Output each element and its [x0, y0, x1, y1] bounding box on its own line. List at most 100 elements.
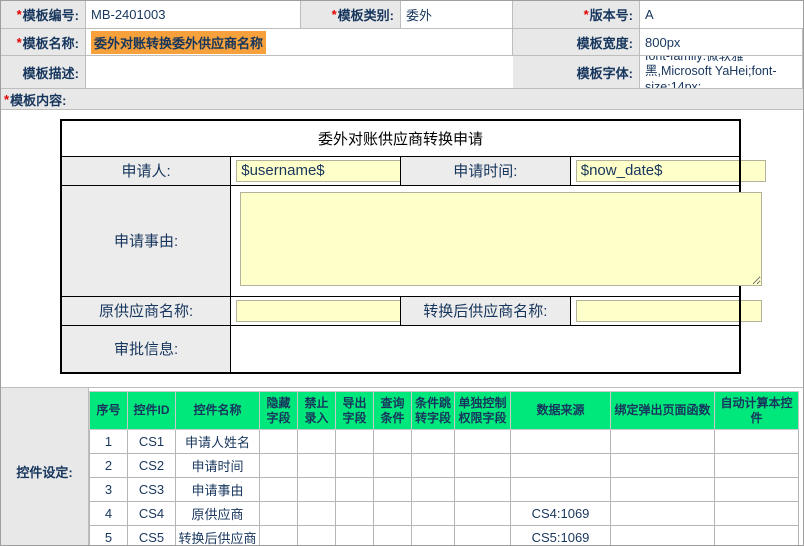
table-cell: 申请人姓名	[176, 430, 260, 454]
template-desc-value[interactable]	[86, 56, 513, 89]
table-cell	[412, 430, 455, 454]
table-cell	[374, 430, 412, 454]
table-cell	[374, 454, 412, 478]
reason-label: 申请事由:	[61, 185, 231, 296]
table-cell: 申请事由	[176, 478, 260, 502]
table-row: 3CS3申请事由	[90, 478, 799, 502]
table-cell: 2	[90, 454, 128, 478]
table-cell	[611, 526, 715, 546]
required-mark: *	[584, 7, 589, 22]
template-content-band: *模板内容:	[1, 89, 803, 110]
controls-header-cell: 查询 条件	[374, 392, 412, 430]
controls-table-body: 1CS1申请人姓名2CS2申请时间3CS3申请事由4CS4原供应商CS4:106…	[90, 430, 799, 546]
table-row: 5CS5转换后供应商CS5:1069	[90, 526, 799, 546]
new-supplier-cell	[570, 296, 740, 325]
table-cell	[611, 430, 715, 454]
template-code-value[interactable]: MB-2401003	[86, 1, 301, 29]
table-cell	[511, 478, 611, 502]
table-cell: CS5:1069	[511, 526, 611, 546]
table-cell	[260, 502, 298, 526]
reason-textarea[interactable]	[240, 192, 762, 286]
table-cell: CS3	[128, 478, 176, 502]
template-font-value[interactable]: font-family:微软雅黑,Microsoft YaHei;font-si…	[640, 56, 803, 89]
table-cell: CS2	[128, 454, 176, 478]
table-cell	[374, 478, 412, 502]
table-cell	[412, 526, 455, 546]
template-width-value[interactable]: 800px	[640, 29, 803, 56]
template-width-label: 模板宽度:	[513, 29, 640, 56]
table-cell	[715, 502, 799, 526]
table-cell	[260, 454, 298, 478]
table-cell: 申请时间	[176, 454, 260, 478]
table-cell	[455, 430, 511, 454]
controls-header-cell: 数据来源	[511, 392, 611, 430]
applicant-cell	[231, 156, 401, 185]
table-cell	[611, 502, 715, 526]
highlighted-template-name: 委外对账转换委外供应商名称	[91, 31, 266, 54]
required-mark: *	[17, 7, 22, 22]
table-cell	[336, 502, 374, 526]
apply-time-input[interactable]	[576, 160, 766, 182]
table-cell: CS1	[128, 430, 176, 454]
controls-header-cell: 绑定弹出页面函数	[611, 392, 715, 430]
table-cell	[336, 478, 374, 502]
apply-time-cell	[570, 156, 740, 185]
table-cell: 原供应商	[176, 502, 260, 526]
template-type-label: *模板类别:	[301, 1, 401, 29]
table-cell	[298, 430, 336, 454]
table-cell	[455, 502, 511, 526]
table-cell	[455, 478, 511, 502]
table-cell	[455, 454, 511, 478]
table-cell	[336, 526, 374, 546]
orig-supplier-input[interactable]	[236, 300, 418, 322]
table-cell	[260, 430, 298, 454]
reason-cell	[231, 185, 740, 296]
template-editor-page: *模板编号: MB-2401003 *模板类别: 委外 *版本号: A *模板名…	[0, 0, 804, 546]
table-cell	[374, 526, 412, 546]
table-cell: CS5	[128, 526, 176, 546]
table-cell	[511, 454, 611, 478]
template-code-label: *模板编号:	[1, 1, 86, 29]
template-name-value[interactable]: 委外对账转换委外供应商名称	[86, 29, 513, 56]
controls-header-cell: 条件跳 转字段	[412, 392, 455, 430]
table-cell	[298, 454, 336, 478]
version-label: *版本号:	[513, 1, 640, 29]
template-meta-grid: *模板编号: MB-2401003 *模板类别: 委外 *版本号: A *模板名…	[1, 1, 803, 89]
table-cell	[715, 430, 799, 454]
version-value[interactable]: A	[640, 1, 803, 29]
applicant-input[interactable]	[236, 160, 422, 182]
controls-header-cell: 自动计算本控件	[715, 392, 799, 430]
controls-section: 控件设定: 序号控件ID控件名称隐藏 字段禁止 录入导出 字段查询 条件条件跳 …	[1, 387, 803, 546]
controls-header-row: 序号控件ID控件名称隐藏 字段禁止 录入导出 字段查询 条件条件跳 转字段单独控…	[90, 392, 799, 430]
applicant-label: 申请人:	[61, 156, 231, 185]
controls-header-cell: 单独控制 权限字段	[455, 392, 511, 430]
approval-cell	[231, 325, 740, 373]
table-cell	[611, 478, 715, 502]
required-mark: *	[4, 92, 9, 107]
form-title: 委外对账供应商转换申请	[61, 120, 740, 156]
new-supplier-label: 转换后供应商名称:	[401, 296, 571, 325]
controls-header-cell: 隐藏 字段	[260, 392, 298, 430]
template-font-label: 模板字体:	[513, 56, 640, 89]
controls-section-label: 控件设定:	[1, 388, 89, 546]
required-mark: *	[17, 35, 22, 50]
table-cell	[336, 430, 374, 454]
controls-header-cell: 禁止 录入	[298, 392, 336, 430]
new-supplier-input[interactable]	[576, 300, 762, 322]
template-type-value[interactable]: 委外	[401, 1, 513, 29]
controls-header-cell: 序号	[90, 392, 128, 430]
required-mark: *	[332, 7, 337, 22]
table-cell: 转换后供应商	[176, 526, 260, 546]
controls-table: 序号控件ID控件名称隐藏 字段禁止 录入导出 字段查询 条件条件跳 转字段单独控…	[89, 391, 799, 546]
table-cell	[260, 478, 298, 502]
table-cell	[412, 502, 455, 526]
table-cell: 1	[90, 430, 128, 454]
table-cell: 4	[90, 502, 128, 526]
table-cell: 3	[90, 478, 128, 502]
table-cell	[412, 454, 455, 478]
controls-header-cell: 控件ID	[128, 392, 176, 430]
table-cell	[298, 502, 336, 526]
orig-supplier-cell	[231, 296, 401, 325]
table-cell	[260, 526, 298, 546]
table-cell	[298, 478, 336, 502]
